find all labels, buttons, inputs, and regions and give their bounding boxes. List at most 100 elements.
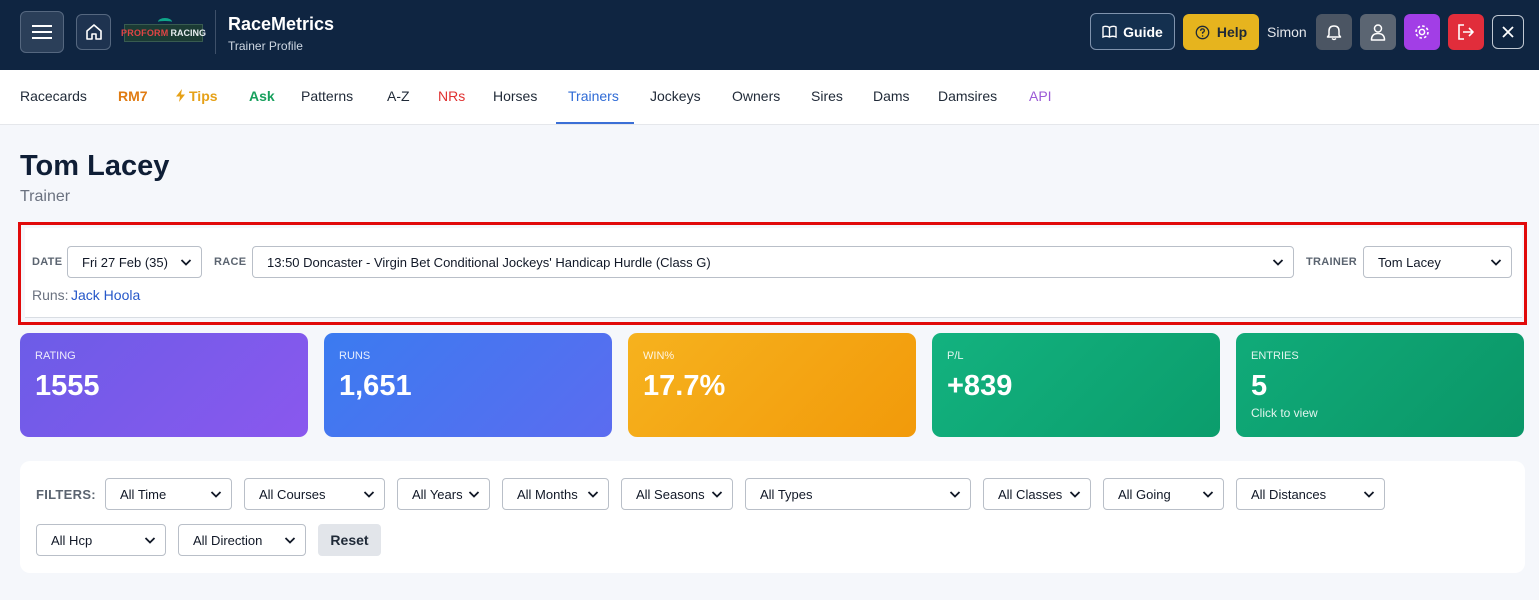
trainer-select-value: Tom Lacey [1378,254,1441,270]
notifications-button[interactable] [1316,14,1352,50]
chevron-down-icon [1490,259,1502,266]
filter-classes-select[interactable]: All Classes [983,478,1091,510]
hamburger-icon [32,25,52,39]
settings-button[interactable] [1404,14,1440,50]
date-select-value: Fri 27 Feb (35) [82,254,168,270]
filter-select-value: All Time [120,486,167,502]
chevron-down-icon [1363,491,1375,498]
nav-item-rm7[interactable]: RM7 [118,88,148,104]
logout-button[interactable] [1448,14,1484,50]
chevron-down-icon [284,537,296,544]
chevron-down-icon [711,491,723,498]
stat-label: WIN% [643,350,675,362]
nav-item-sires[interactable]: Sires [811,88,843,104]
nav-item-a-z[interactable]: A-Z [387,88,410,104]
filter-select-value: All Direction [193,532,263,548]
nav-item-racecards[interactable]: Racecards [20,88,87,104]
filter-select-value: All Types [760,486,813,502]
race-select-value: 13:50 Doncaster - Virgin Bet Conditional… [267,254,711,270]
page-subtitle: Trainer [20,188,71,205]
stat-value: +839 [947,370,1013,402]
filter-select-value: All Seasons [636,486,705,502]
nav-item-dams[interactable]: Dams [873,88,910,104]
reset-button[interactable]: Reset [318,524,381,556]
filter-hcp-select[interactable]: All Hcp [36,524,166,556]
profile-button[interactable] [1360,14,1396,50]
user-icon [1370,24,1386,41]
proform-logo[interactable]: PROFORM RACING [121,24,206,42]
bell-icon [1326,25,1342,41]
page-title: Tom Lacey [20,150,170,182]
stat-value: 1555 [35,370,100,402]
stat-card-pl: P/L +839 [932,333,1220,437]
stat-value: 1,651 [339,370,412,402]
nav-item-horses[interactable]: Horses [493,88,537,104]
chevron-down-icon [587,491,599,498]
nav-item-patterns[interactable]: Patterns [301,88,353,104]
logout-icon [1458,24,1474,40]
nav-item-ask[interactable]: Ask [249,88,275,104]
home-button[interactable] [76,14,111,50]
runs-horse-link[interactable]: Jack Hoola [71,287,140,303]
filter-select-value: All Going [1118,486,1171,502]
trainer-label: TRAINER [1306,256,1357,268]
filter-courses-select[interactable]: All Courses [244,478,385,510]
menu-button[interactable] [20,11,64,53]
gear-icon [1415,25,1429,39]
filter-months-select[interactable]: All Months [502,478,609,510]
nav-item-damsires[interactable]: Damsires [938,88,997,104]
filter-select-value: All Years [412,486,463,502]
stat-value: 5 [1251,370,1268,402]
nav-item-api[interactable]: API [1029,88,1052,104]
nav-active-indicator [556,122,634,124]
chevron-down-icon [363,491,375,498]
stat-card-entries[interactable]: ENTRIES 5 Click to view [1236,333,1524,437]
filter-distances-select[interactable]: All Distances [1236,478,1385,510]
chevron-down-icon [210,491,222,498]
filter-select-value: All Classes [998,486,1063,502]
nav-item-owners[interactable]: Owners [732,88,780,104]
filter-direction-select[interactable]: All Direction [178,524,306,556]
race-label: RACE [214,256,247,268]
chevron-down-icon [1272,259,1284,266]
runs-label: Runs: [32,287,69,303]
chevron-down-icon [144,537,156,544]
guide-label: Guide [1123,23,1163,40]
header-divider [215,10,216,54]
guide-button[interactable]: Guide [1090,13,1175,50]
logo-text-a: PROFORM [121,28,169,38]
chevron-down-icon [180,259,192,266]
stat-card-runs: RUNS 1,651 [324,333,612,437]
user-name: Simon [1267,24,1307,40]
race-select[interactable]: 13:50 Doncaster - Virgin Bet Conditional… [252,246,1294,278]
filter-seasons-select[interactable]: All Seasons [621,478,733,510]
nav-item-jockeys[interactable]: Jockeys [650,88,701,104]
filter-select-value: All Courses [259,486,326,502]
top-header: PROFORM RACING RaceMetrics Trainer Profi… [0,0,1539,70]
stat-hint: Click to view [1251,406,1318,420]
filter-going-select[interactable]: All Going [1103,478,1224,510]
trainer-select[interactable]: Tom Lacey [1363,246,1512,278]
lightning-icon [176,89,185,102]
help-label: Help [1216,24,1248,40]
app-subtitle: Trainer Profile [228,39,303,53]
stat-label: RATING [35,350,76,362]
close-button[interactable] [1492,15,1524,49]
app-title: RaceMetrics [228,14,335,34]
filter-select-value: All Hcp [51,532,93,548]
main-nav: Racecards RM7 Tips Ask Patterns A-Z NRs … [0,70,1539,125]
date-select[interactable]: Fri 27 Feb (35) [67,246,202,278]
nav-item-tips[interactable]: Tips [176,88,218,104]
chevron-down-icon [1069,491,1081,498]
nav-item-tips-label: Tips [189,88,218,104]
home-icon [85,24,102,40]
filter-years-select[interactable]: All Years [397,478,490,510]
stat-value: 17.7% [643,370,726,402]
help-button[interactable]: Help [1183,14,1259,50]
chevron-down-icon [1202,491,1214,498]
nav-item-trainers[interactable]: Trainers [568,88,619,104]
filter-time-select[interactable]: All Time [105,478,232,510]
nav-item-nrs[interactable]: NRs [438,88,465,104]
filter-types-select[interactable]: All Types [745,478,971,510]
filters-label: FILTERS: [36,487,96,502]
